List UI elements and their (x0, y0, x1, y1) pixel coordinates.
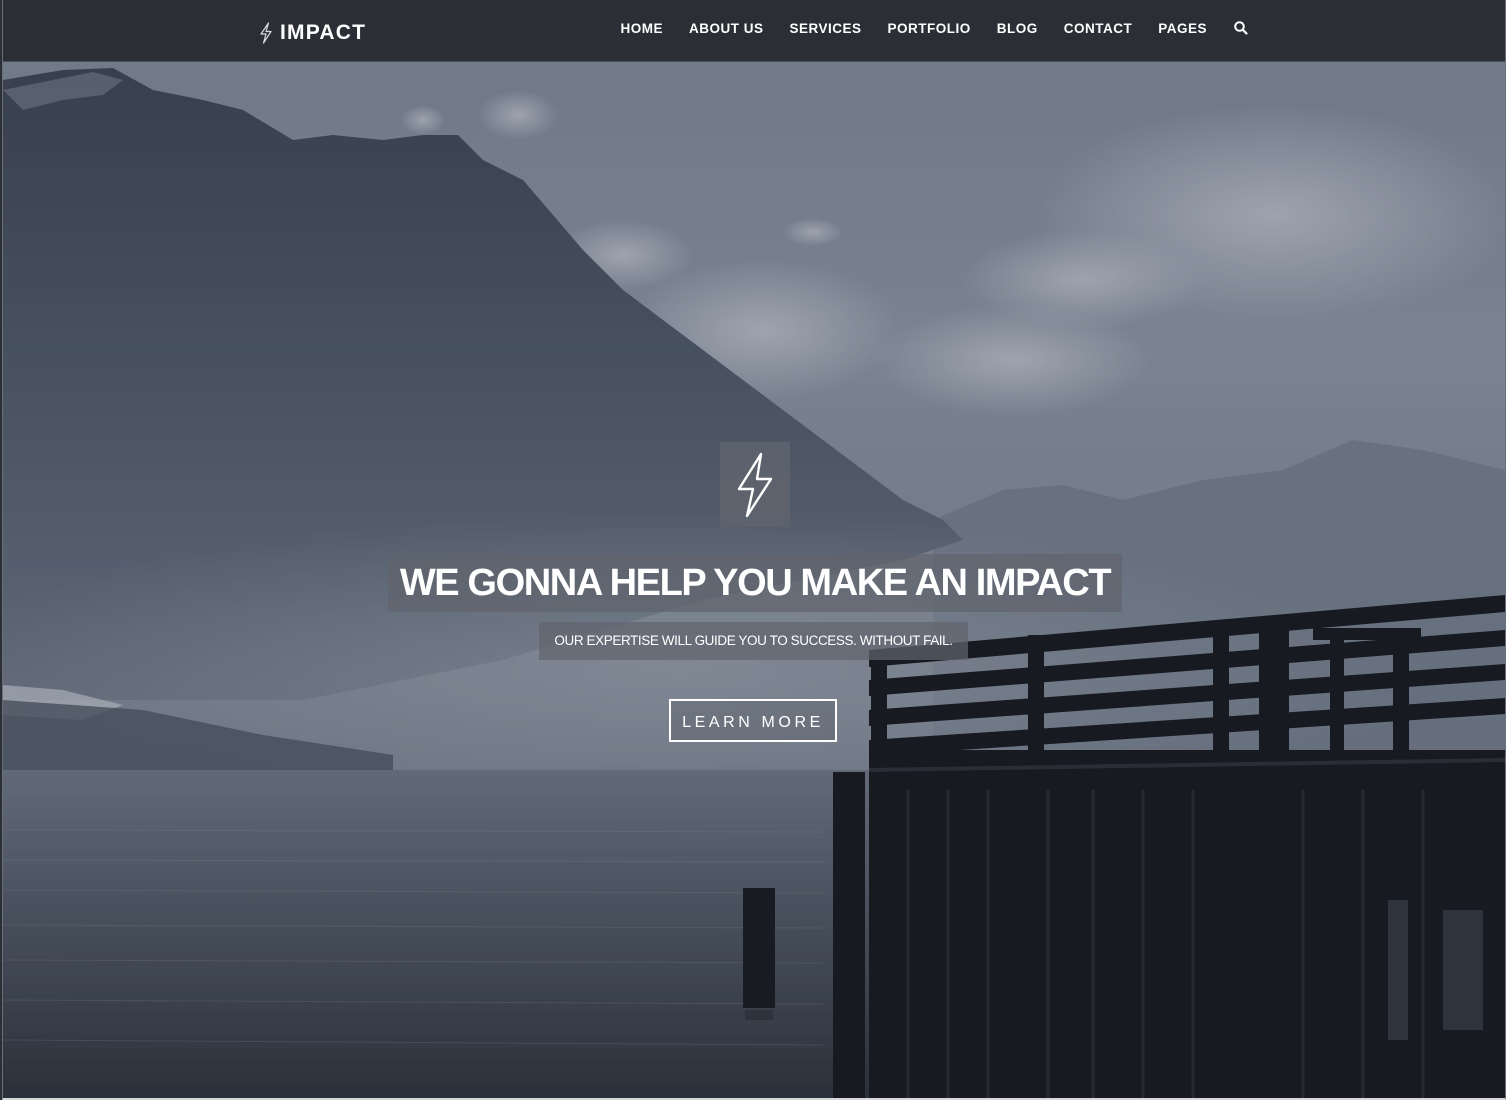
navbar: IMPACT HOME ABOUT US SERVICES PORTFOLIO … (3, 0, 1505, 61)
main-nav: HOME ABOUT US SERVICES PORTFOLIO BLOG CO… (620, 20, 1249, 36)
nav-pages[interactable]: PAGES (1158, 21, 1207, 36)
nav-services[interactable]: SERVICES (789, 21, 861, 36)
brand-name: IMPACT (280, 21, 367, 44)
nav-blog[interactable]: BLOG (997, 21, 1038, 36)
search-icon[interactable] (1233, 20, 1249, 36)
hero-overlay (3, 0, 1505, 1098)
brand-logo[interactable]: IMPACT (259, 18, 366, 48)
hero-subtitle: OUR EXPERTISE WILL GUIDE YOU TO SUCCESS.… (539, 622, 968, 660)
nav-about-us[interactable]: ABOUT US (689, 21, 764, 36)
browser-viewport: IMPACT HOME ABOUT US SERVICES PORTFOLIO … (2, 0, 1506, 1100)
learn-more-button[interactable]: LEARN MORE (669, 699, 837, 742)
nav-contact[interactable]: CONTACT (1064, 21, 1133, 36)
nav-portfolio[interactable]: PORTFOLIO (887, 21, 970, 36)
hero-title: WE GONNA HELP YOU MAKE AN IMPACT (388, 554, 1122, 612)
hero-icon-box (720, 442, 790, 527)
nav-home[interactable]: HOME (620, 21, 663, 36)
lightning-bolt-icon (260, 22, 272, 44)
hero-section (3, 0, 1505, 1098)
lightning-bolt-icon (737, 452, 773, 517)
